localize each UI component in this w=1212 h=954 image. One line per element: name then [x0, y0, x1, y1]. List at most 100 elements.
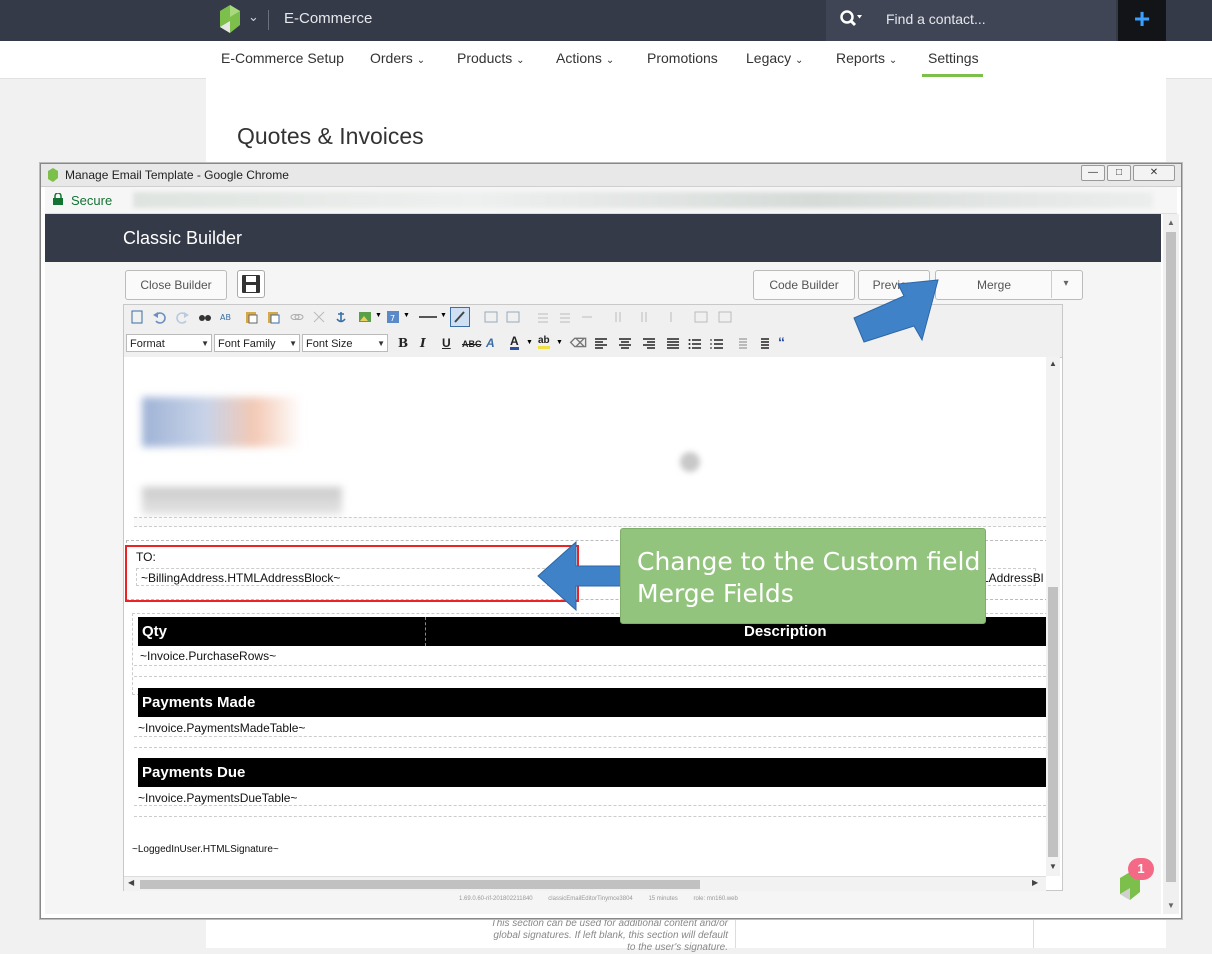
scroll-thumb[interactable] [140, 880, 700, 889]
col-before-icon[interactable] [612, 310, 626, 324]
nav-products[interactable]: Products ⌄ [457, 50, 525, 66]
editor-vertical-scrollbar[interactable]: ▲ ▼ [1046, 357, 1060, 876]
link-icon[interactable] [290, 310, 304, 324]
chevron-down-icon: ⌄ [888, 55, 898, 66]
maximize-icon[interactable]: □ [1107, 165, 1131, 181]
purchase-rows-merge-field[interactable]: ~Invoice.PurchaseRows~ [140, 649, 276, 663]
chevron-down-icon[interactable]: ⌄ [248, 9, 259, 25]
scroll-up-icon[interactable]: ▲ [1167, 218, 1175, 227]
payments-made-header: Payments Made [138, 688, 1046, 717]
anchor-icon[interactable] [334, 310, 348, 324]
url-field[interactable] [133, 192, 1153, 208]
scroll-thumb[interactable] [1166, 232, 1176, 882]
signature-merge-field[interactable]: ~LoggedInUser.HTMLSignature~ [132, 844, 279, 855]
strikethrough-icon[interactable]: ABC [462, 339, 482, 349]
divider [268, 10, 269, 30]
align-right-icon[interactable] [642, 337, 656, 351]
top-bar: ⌄ E-Commerce ? Find a contact... + [0, 0, 1212, 41]
indent-icon[interactable] [756, 337, 770, 351]
paste-icon[interactable] [244, 310, 258, 324]
merge-cells-icon[interactable] [718, 310, 732, 324]
row-separator [134, 805, 1046, 817]
table-props-icon[interactable] [506, 310, 520, 324]
nav-promotions[interactable]: Promotions [647, 50, 718, 66]
blockquote-icon[interactable]: “ [778, 334, 785, 350]
font-family-select[interactable]: Font Family ▼ [214, 334, 300, 352]
undo-icon[interactable] [152, 310, 166, 324]
chevron-down-icon[interactable]: ▼ [526, 339, 533, 346]
close-builder-button[interactable]: Close Builder [125, 270, 227, 300]
chevron-down-icon[interactable]: ▼ [440, 312, 447, 319]
scroll-right-icon[interactable]: ▶ [1032, 878, 1038, 887]
delete-row-icon[interactable] [580, 310, 594, 324]
font-size-select[interactable]: Font Size ▼ [302, 334, 388, 352]
scroll-thumb[interactable] [1048, 587, 1058, 857]
notification-badge[interactable]: 1 [1128, 858, 1154, 880]
find-icon[interactable] [198, 310, 212, 324]
image-icon[interactable] [358, 310, 372, 324]
align-justify-icon[interactable] [666, 337, 680, 351]
search-input[interactable]: Find a contact... [886, 11, 986, 27]
align-left-icon[interactable] [594, 337, 608, 351]
contact-search[interactable]: Find a contact... [826, 0, 1116, 41]
outdent-icon[interactable] [734, 337, 748, 351]
active-tab-indicator [922, 74, 983, 77]
close-icon[interactable]: ✕ [1133, 165, 1175, 181]
format-select[interactable]: Format ▼ [126, 334, 212, 352]
redo-icon[interactable] [176, 310, 190, 324]
insert-date-icon[interactable]: 7 [386, 310, 400, 324]
edit-source-icon[interactable] [450, 307, 470, 327]
address-bar[interactable]: Secure [45, 187, 1177, 214]
chevron-down-icon: ▼ [201, 339, 209, 348]
row-after-icon[interactable] [558, 310, 572, 324]
styles-icon[interactable]: A [486, 336, 495, 350]
numbered-list-icon[interactable] [710, 337, 724, 351]
code-builder-button[interactable]: Code Builder [753, 270, 855, 300]
nav-reports[interactable]: Reports ⌄ [836, 50, 897, 66]
secondary-nav: E-Commerce Setup Orders ⌄ Products ⌄ Act… [0, 41, 1212, 79]
horizontal-rule-icon[interactable] [418, 310, 438, 324]
bullet-list-icon[interactable] [688, 337, 702, 351]
payments-due-merge-field[interactable]: ~Invoice.PaymentsDueTable~ [138, 791, 297, 805]
col-after-icon[interactable] [638, 310, 652, 324]
paste-text-icon[interactable] [266, 310, 280, 324]
scroll-down-icon[interactable]: ▼ [1167, 901, 1175, 910]
table-icon[interactable] [484, 310, 498, 324]
chevron-down-icon[interactable]: ▼ [375, 312, 382, 319]
editor-horizontal-scrollbar[interactable]: ◀ ▶ [124, 876, 1046, 891]
search-icon[interactable] [840, 10, 862, 30]
underline-icon[interactable]: U [442, 336, 451, 350]
nav-orders[interactable]: Orders ⌄ [370, 50, 425, 66]
delete-col-icon[interactable] [664, 310, 678, 324]
minimize-icon[interactable]: — [1081, 165, 1105, 181]
keap-logo-icon[interactable] [220, 5, 240, 33]
row-before-icon[interactable] [536, 310, 550, 324]
chevron-down-icon[interactable]: ▼ [403, 312, 410, 319]
builder-title: Classic Builder [123, 228, 243, 248]
scroll-down-icon[interactable]: ▼ [1049, 862, 1057, 871]
replace-icon[interactable]: AB [220, 310, 234, 324]
save-button[interactable] [237, 270, 265, 298]
new-document-icon[interactable] [130, 310, 144, 324]
payments-made-merge-field[interactable]: ~Invoice.PaymentsMadeTable~ [138, 721, 305, 735]
add-plus-button[interactable]: + [1118, 0, 1166, 41]
highlight-icon[interactable]: ab [538, 335, 550, 349]
nav-settings[interactable]: Settings [928, 50, 979, 66]
text-color-icon[interactable]: A [510, 335, 519, 350]
qty-header: Qty [138, 617, 426, 646]
nav-legacy[interactable]: Legacy ⌄ [746, 50, 803, 66]
nav-actions[interactable]: Actions ⌄ [556, 50, 614, 66]
bold-icon[interactable]: B [398, 336, 408, 350]
window-titlebar: Manage Email Template - Google Chrome — … [41, 164, 1181, 187]
chevron-down-icon[interactable]: ▼ [556, 339, 563, 346]
scroll-left-icon[interactable]: ◀ [128, 878, 134, 887]
chevron-down-icon[interactable]: ▾ [1051, 270, 1080, 298]
nav-ecommerce-setup[interactable]: E-Commerce Setup [221, 50, 344, 66]
italic-icon[interactable]: I [420, 336, 426, 350]
split-cells-icon[interactable] [694, 310, 708, 324]
eraser-icon[interactable]: ⌫ [570, 336, 587, 350]
unlink-icon[interactable] [312, 310, 326, 324]
scroll-up-icon[interactable]: ▲ [1049, 359, 1057, 368]
window-vertical-scrollbar[interactable]: ▲ ▼ [1163, 214, 1179, 914]
align-center-icon[interactable] [618, 337, 632, 351]
